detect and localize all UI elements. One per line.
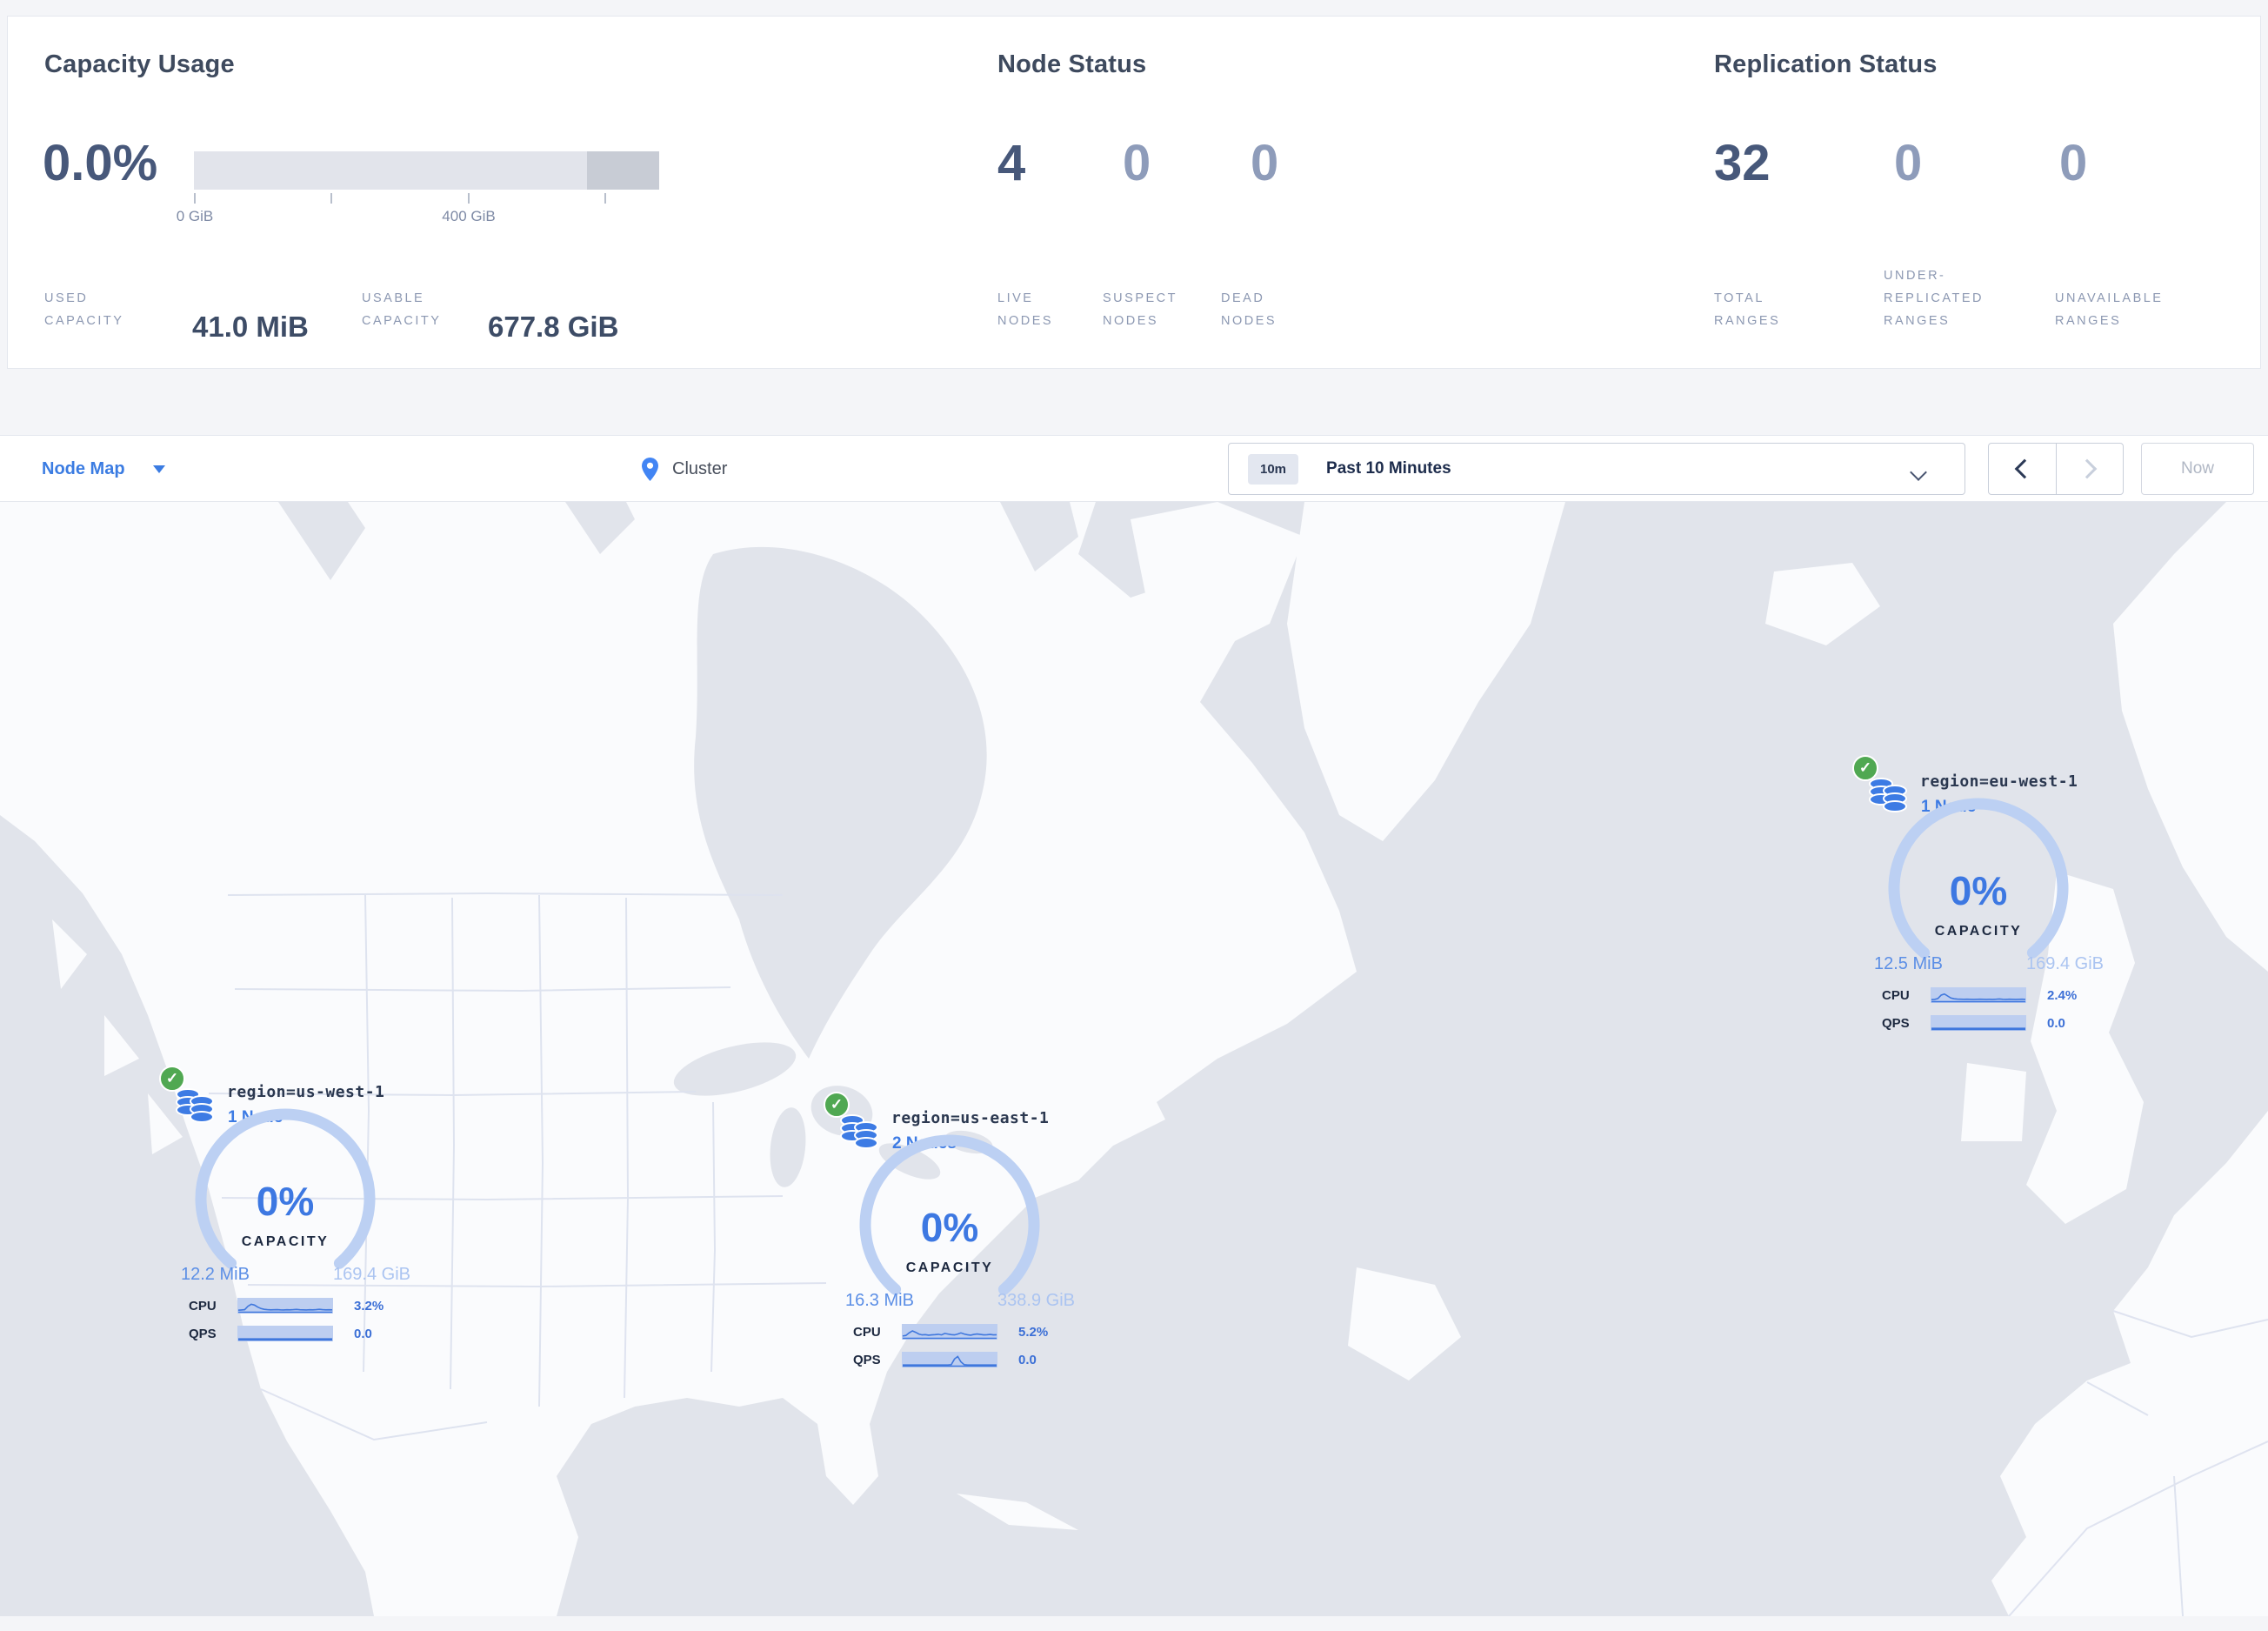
used-capacity-value: 41.0 MiB: [192, 311, 309, 343]
under-replicated-ranges-count: 0: [1894, 135, 1923, 191]
time-range-dropdown[interactable]: 10m Past 10 Minutes: [1228, 443, 1965, 495]
time-back-button[interactable]: [1989, 444, 2057, 494]
qps-value: 0.0: [2047, 1015, 2065, 1031]
unavailable-ranges-label: UNAVAILABLE RANGES: [2055, 291, 2164, 328]
region-label: region=eu-west-1: [1920, 772, 2078, 791]
time-range-label: Past 10 Minutes: [1326, 459, 1451, 478]
region-marker-eu-west-1[interactable]: ✓ region=eu-west-1 1 Node 0% CAPACITY 12…: [1848, 751, 2109, 1039]
view-selector-dropdown[interactable]: Node Map: [42, 436, 165, 503]
breadcrumb-cluster: Cluster: [672, 459, 728, 478]
qps-sparkline: [237, 1326, 333, 1341]
qps-label: QPS: [189, 1326, 217, 1341]
cpu-value: 2.4%: [2047, 987, 2078, 1003]
used-capacity: 16.3 MiB: [845, 1291, 914, 1310]
total-capacity: 169.4 GiB: [2026, 954, 2104, 973]
cpu-sparkline: [237, 1298, 333, 1313]
dead-nodes-count: 0: [1251, 135, 1279, 191]
cpu-label: CPU: [189, 1298, 217, 1313]
qps-sparkline: [1931, 1015, 2026, 1031]
total-ranges-label: TOTAL RANGES: [1714, 291, 1781, 328]
capacity-axis-label-400: 400 GiB: [442, 208, 496, 224]
cpu-label: CPU: [1882, 987, 1910, 1003]
time-forward-button[interactable]: [2057, 444, 2124, 494]
capacity-percent: 0.0%: [43, 135, 158, 191]
world-map-background: [0, 502, 2268, 1616]
map-pin-icon: [642, 458, 658, 481]
region-label: region=us-east-1: [891, 1109, 1050, 1127]
unavailable-ranges-count: 0: [2059, 135, 2088, 191]
capacity-bar: [194, 151, 659, 190]
capacity-bar-reserved-segment: [587, 151, 659, 190]
qps-sparkline: [902, 1352, 997, 1367]
live-nodes-label: LIVE NODES: [997, 291, 1054, 328]
capacity-axis-tick: [604, 193, 606, 204]
suspect-nodes-label: SUSPECT NODES: [1103, 291, 1177, 328]
dead-nodes-label: DEAD NODES: [1221, 291, 1277, 328]
page-background-strip: [0, 1616, 2268, 1631]
capacity-label: CAPACITY: [1934, 924, 2023, 939]
capacity-label: CAPACITY: [905, 1260, 994, 1275]
region-marker-us-east-1[interactable]: ✓ region=us-east-1 2 Nodes 0% CAPACITY 1…: [819, 1087, 1080, 1376]
time-range-badge: 10m: [1248, 453, 1299, 485]
capacity-usage-title: Capacity Usage: [44, 50, 235, 78]
capacity-axis-label-0: 0 GiB: [176, 208, 214, 224]
qps-label: QPS: [853, 1352, 881, 1367]
cluster-summary-bar: Capacity Usage 0.0% 0 GiB 400 GiB USED C…: [7, 16, 2261, 369]
usable-capacity-label: USABLE CAPACITY: [362, 291, 442, 328]
chevron-right-icon: [2077, 458, 2098, 479]
capacity-axis-tick: [468, 193, 470, 204]
used-capacity: 12.5 MiB: [1874, 954, 1943, 973]
cpu-sparkline: [1931, 987, 2026, 1003]
used-capacity: 12.2 MiB: [181, 1265, 250, 1284]
qps-value: 0.0: [354, 1326, 372, 1341]
node-status-title: Node Status: [997, 50, 1147, 78]
node-map[interactable]: ✓ region=us-west-1 1 Node 0% CAPACITY 12…: [0, 502, 2268, 1616]
cpu-value: 5.2%: [1018, 1324, 1049, 1340]
cpu-sparkline: [902, 1324, 997, 1340]
cpu-value: 3.2%: [354, 1298, 384, 1313]
now-button[interactable]: Now: [2141, 443, 2254, 495]
chevron-down-icon: [1910, 464, 1927, 481]
capacity-percent: 0%: [256, 1179, 315, 1224]
capacity-percent: 0%: [1949, 868, 2008, 913]
region-label: region=us-west-1: [227, 1083, 385, 1101]
caret-down-icon: [152, 465, 165, 473]
total-capacity: 338.9 GiB: [997, 1291, 1075, 1310]
capacity-axis-tick: [330, 193, 332, 204]
map-toolbar: Node Map Cluster 10m Past 10 Minutes Now: [0, 435, 2268, 502]
time-window-pager: [1988, 443, 2124, 495]
capacity-label: CAPACITY: [241, 1234, 330, 1249]
replication-status-title: Replication Status: [1714, 50, 1938, 78]
live-nodes-count: 4: [997, 135, 1026, 191]
breadcrumb[interactable]: Cluster: [642, 436, 727, 503]
chevron-left-icon: [2014, 458, 2035, 479]
total-ranges-count: 32: [1714, 135, 1771, 191]
suspect-nodes-count: 0: [1123, 135, 1151, 191]
capacity-axis-tick: [194, 193, 196, 204]
view-selector-label: Node Map: [42, 459, 125, 478]
capacity-percent: 0%: [920, 1205, 979, 1250]
qps-label: QPS: [1882, 1015, 1910, 1031]
usable-capacity-value: 677.8 GiB: [488, 311, 619, 343]
total-capacity: 169.4 GiB: [333, 1265, 410, 1284]
cpu-label: CPU: [853, 1324, 881, 1340]
under-replicated-ranges-label: UNDER-REPLICATED RANGES: [1884, 268, 1984, 328]
region-marker-us-west-1[interactable]: ✓ region=us-west-1 1 Node 0% CAPACITY 12…: [155, 1061, 416, 1350]
qps-value: 0.0: [1018, 1352, 1037, 1367]
used-capacity-label: USED CAPACITY: [44, 291, 124, 328]
